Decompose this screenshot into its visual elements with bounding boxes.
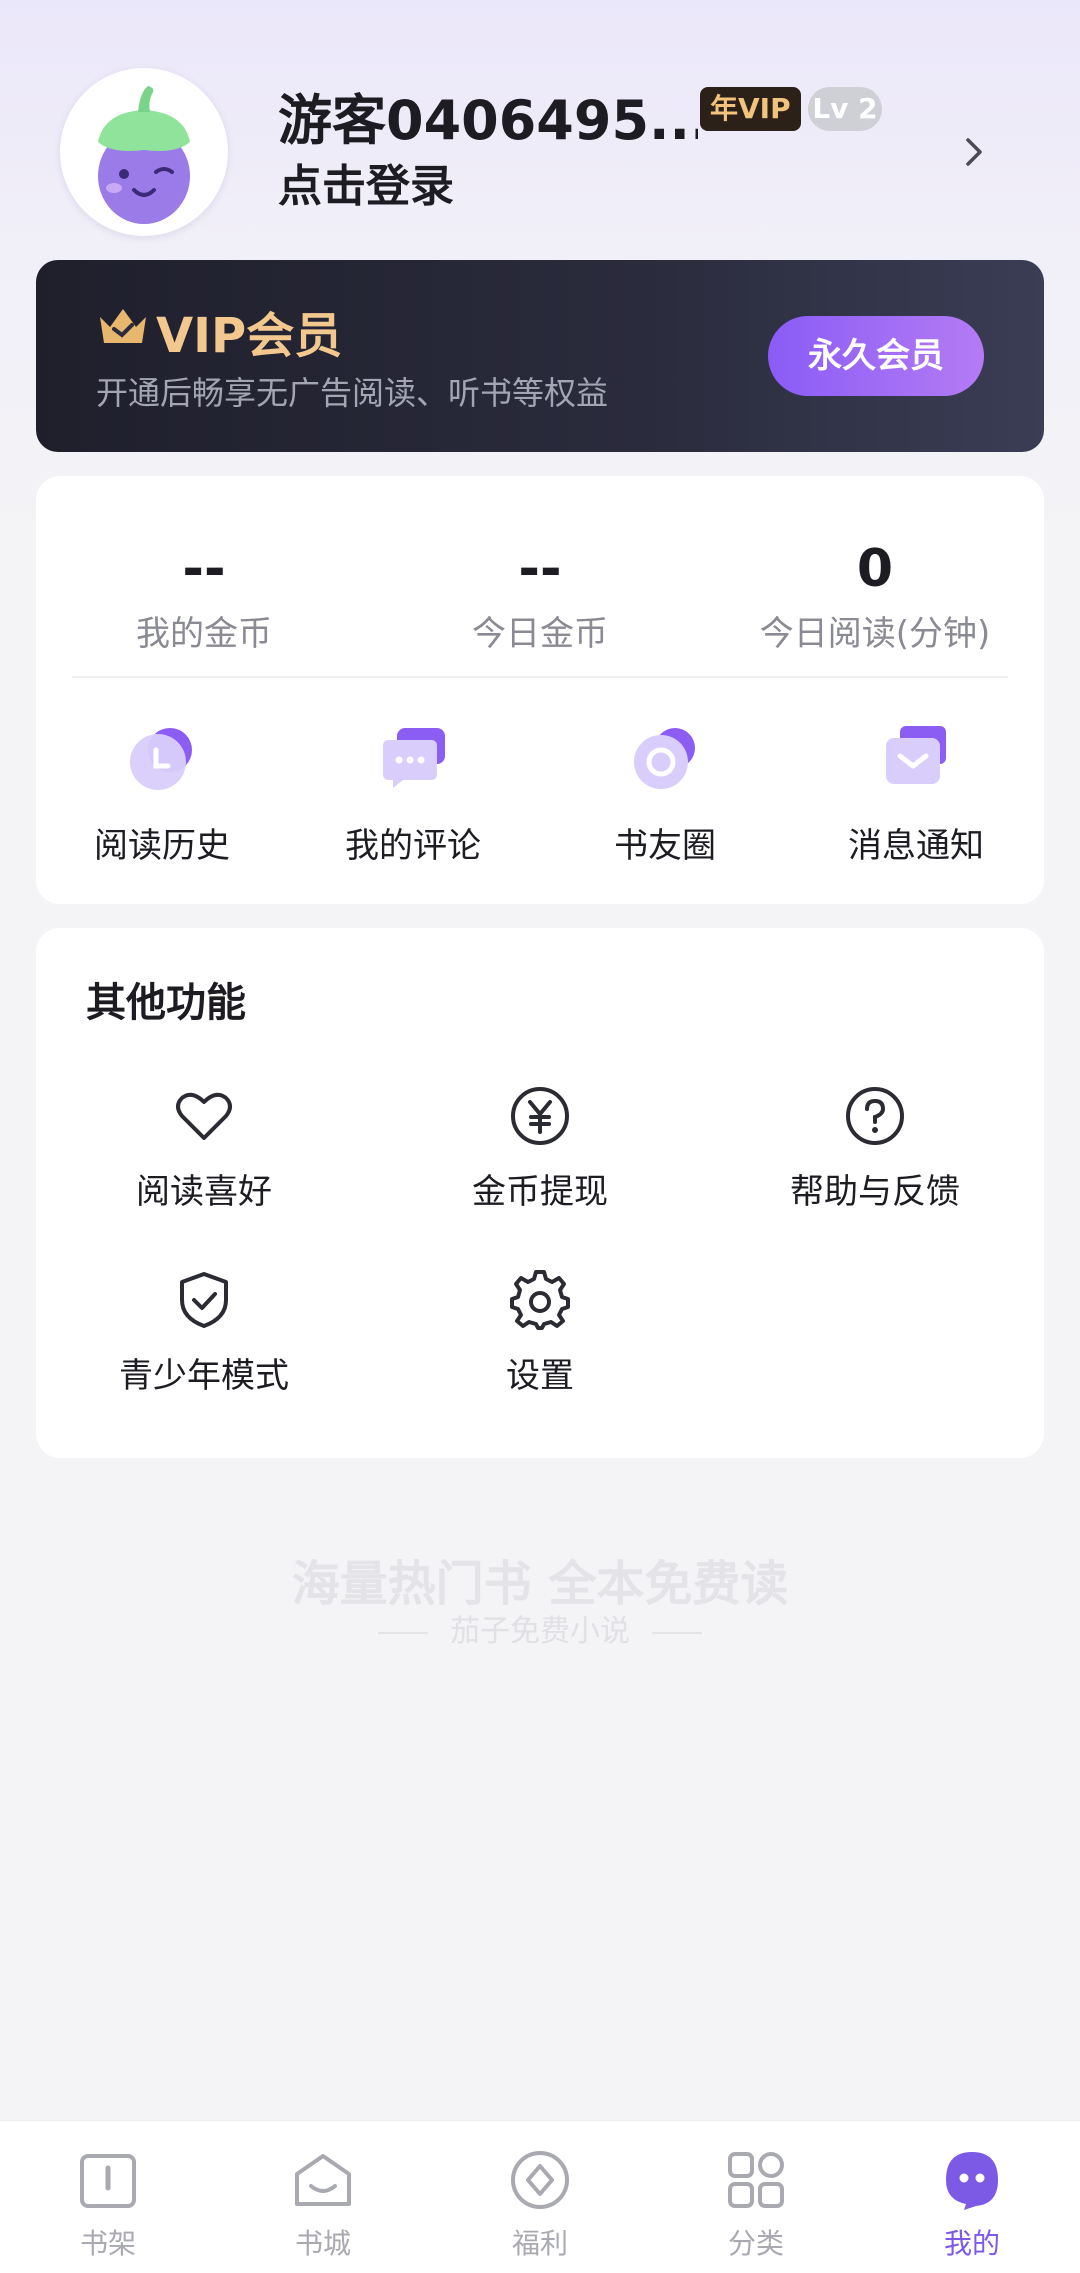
func-label: 青少年模式	[119, 1356, 289, 1396]
stat-value: 0	[856, 539, 894, 599]
chevron-right-icon[interactable]	[958, 132, 990, 172]
stat-label: 今日金币	[472, 614, 608, 654]
crown-icon	[100, 309, 146, 343]
vip-subtitle: 开通后畅享无广告阅读、听书等权益	[96, 374, 609, 412]
tab-label: 书城	[294, 2227, 351, 2260]
tab-label: 福利	[511, 2227, 568, 2260]
quick-label: 阅读历史	[94, 826, 230, 866]
func-label: 设置	[506, 1356, 574, 1396]
stat-value: --	[182, 539, 226, 599]
reading-preference-button[interactable]: 阅读喜好	[74, 1084, 334, 1213]
username[interactable]: 游客0406495...	[278, 76, 698, 155]
func-label: 金币提现	[472, 1172, 608, 1212]
divider	[72, 676, 1008, 678]
stat-value: --	[518, 539, 562, 599]
clock-icon	[130, 728, 192, 790]
slogan-sub-text: 茄子免费小说	[450, 1614, 630, 1649]
vip-upgrade-button[interactable]: 永久会员	[768, 316, 984, 396]
tab-label: 书架	[79, 2227, 136, 2260]
func-label: 阅读喜好	[136, 1172, 272, 1212]
avatar[interactable]	[60, 68, 228, 236]
tab-profile[interactable]: 我的	[902, 2148, 1042, 2262]
quick-label: 书友圈	[614, 826, 716, 866]
bookstore-icon	[295, 2154, 351, 2206]
quick-label: 消息通知	[848, 826, 984, 866]
youth-mode-button[interactable]: 青少年模式	[74, 1268, 334, 1397]
stat-today-reading[interactable]: 0 今日阅读(分钟)	[725, 536, 1025, 655]
coin-withdraw-button[interactable]: 金币提现	[410, 1084, 670, 1213]
tab-category[interactable]: 分类	[686, 2148, 826, 2262]
quick-label: 我的评论	[345, 826, 481, 866]
section-title: 其他功能	[86, 980, 246, 1026]
heart-icon	[176, 1092, 232, 1140]
slogan-main: 海量热门书 全本免费读	[291, 1556, 789, 1612]
my-comments-button[interactable]: 我的评论	[303, 724, 523, 867]
bookshelf-icon	[80, 2154, 136, 2208]
tab-bookshelf[interactable]: 书架	[38, 2148, 178, 2262]
welfare-icon	[511, 2151, 569, 2209]
slogan-line	[652, 1631, 702, 1634]
circle-icon	[634, 728, 695, 789]
reading-history-button[interactable]: 阅读历史	[52, 724, 272, 867]
stat-label: 今日阅读(分钟)	[759, 614, 991, 654]
func-label: 帮助与反馈	[790, 1172, 960, 1212]
stat-my-coins[interactable]: -- 我的金币	[54, 536, 354, 655]
message-icon	[886, 726, 946, 784]
shield-icon	[180, 1272, 228, 1328]
slogan-sub: 茄子免费小说	[0, 1606, 1080, 1650]
notifications-button[interactable]: 消息通知	[806, 724, 1026, 867]
help-feedback-button[interactable]: 帮助与反馈	[745, 1084, 1005, 1213]
eggplant-avatar-icon	[98, 86, 190, 224]
vip-title: VIP会员	[156, 308, 343, 364]
yen-icon	[511, 1087, 569, 1145]
tab-bookstore[interactable]: 书城	[253, 2148, 393, 2262]
login-link[interactable]: 点击登录	[278, 150, 454, 214]
help-icon	[846, 1087, 904, 1145]
settings-button[interactable]: 设置	[410, 1268, 670, 1397]
tab-label: 我的	[943, 2227, 1000, 2260]
tab-label: 分类	[727, 2227, 784, 2260]
slogan-line	[378, 1631, 428, 1634]
stat-label: 我的金币	[136, 614, 272, 654]
book-circle-button[interactable]: 书友圈	[555, 724, 775, 867]
tab-welfare[interactable]: 福利	[470, 2148, 610, 2262]
stat-today-coins[interactable]: -- 今日金币	[390, 536, 690, 655]
profile-icon	[946, 2152, 998, 2210]
level-badge: Lv 2	[808, 87, 882, 131]
gear-icon	[510, 1270, 570, 1330]
category-icon	[728, 2152, 784, 2208]
comment-icon	[383, 728, 445, 788]
vip-badge: 年VIP	[700, 87, 801, 131]
